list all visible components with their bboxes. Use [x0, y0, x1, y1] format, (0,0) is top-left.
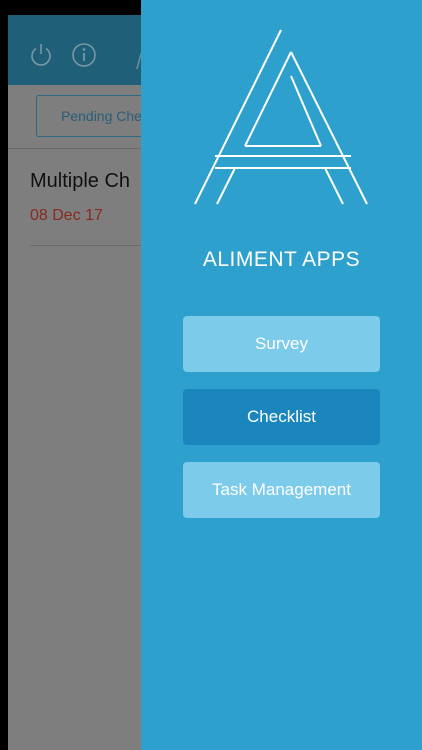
brand-name: ALIMENT APPS: [202, 248, 361, 271]
checklist-button[interactable]: Checklist: [183, 389, 380, 445]
list-item-date: 08 Dec 17: [30, 207, 103, 224]
power-icon[interactable]: [28, 42, 54, 68]
list-item-title[interactable]: Multiple Ch: [30, 170, 130, 193]
task-management-button[interactable]: Task Management: [183, 462, 380, 518]
info-icon[interactable]: [71, 42, 97, 68]
navigation-drawer: ALIMENT APPS Survey Checklist Task Manag…: [141, 0, 422, 750]
aliment-logo: [194, 29, 368, 205]
survey-button[interactable]: Survey: [183, 316, 380, 372]
